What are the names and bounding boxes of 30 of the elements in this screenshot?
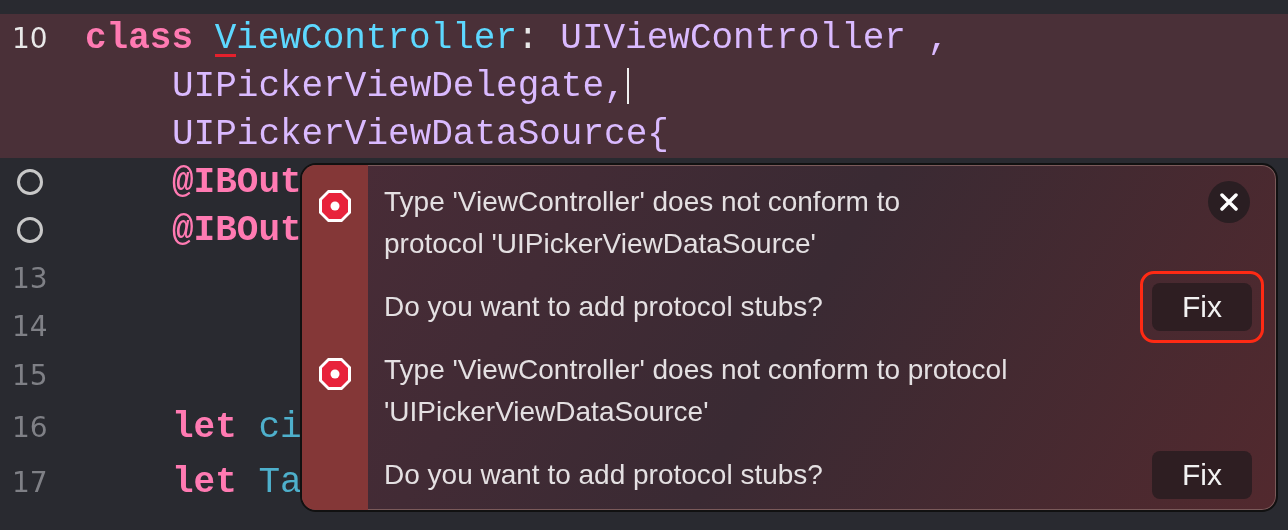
close-button[interactable] [1208,181,1250,223]
code-token: ci [258,406,302,448]
outlet-connection-icon[interactable] [17,217,43,243]
error-message: Type 'ViewController' does not conform to protocol 'UIPickerViewDataSource' [384,353,1009,429]
code-token: @IBOut [172,161,302,203]
fix-question: Do you want to add protocol stubs? [384,459,823,491]
outlet-connection-icon[interactable] [17,169,43,195]
line-number: 10 [12,21,48,55]
error-icon [318,189,352,223]
code-token: @IBOut [172,209,302,251]
code-token: class [85,17,194,59]
code-token: UIViewController , [560,17,950,59]
fix-button[interactable]: Fix [1152,451,1252,499]
error-icon [318,357,352,391]
code-token: : [517,17,539,59]
code-token: Ta [258,461,302,503]
line-number: 14 [12,309,48,343]
fix-button[interactable]: Fix [1152,283,1252,331]
code-token: let [172,406,237,448]
line-number: 13 [12,261,48,295]
fix-question: Do you want to add protocol stubs? [384,291,823,323]
line-number: 17 [12,465,48,499]
code-token: ViewController [214,17,518,59]
code-token: UIPickerViewDelegate, [172,65,626,107]
line-number: 15 [12,358,48,392]
close-icon[interactable] [1220,193,1238,211]
error-message: Type 'ViewController' does not conform to protocol 'UIPickerViewDataSource' [384,185,901,261]
code-token: UIPickerViewDataSource{ [172,113,669,155]
line-number: 16 [12,410,48,444]
code-token: let [172,461,237,503]
